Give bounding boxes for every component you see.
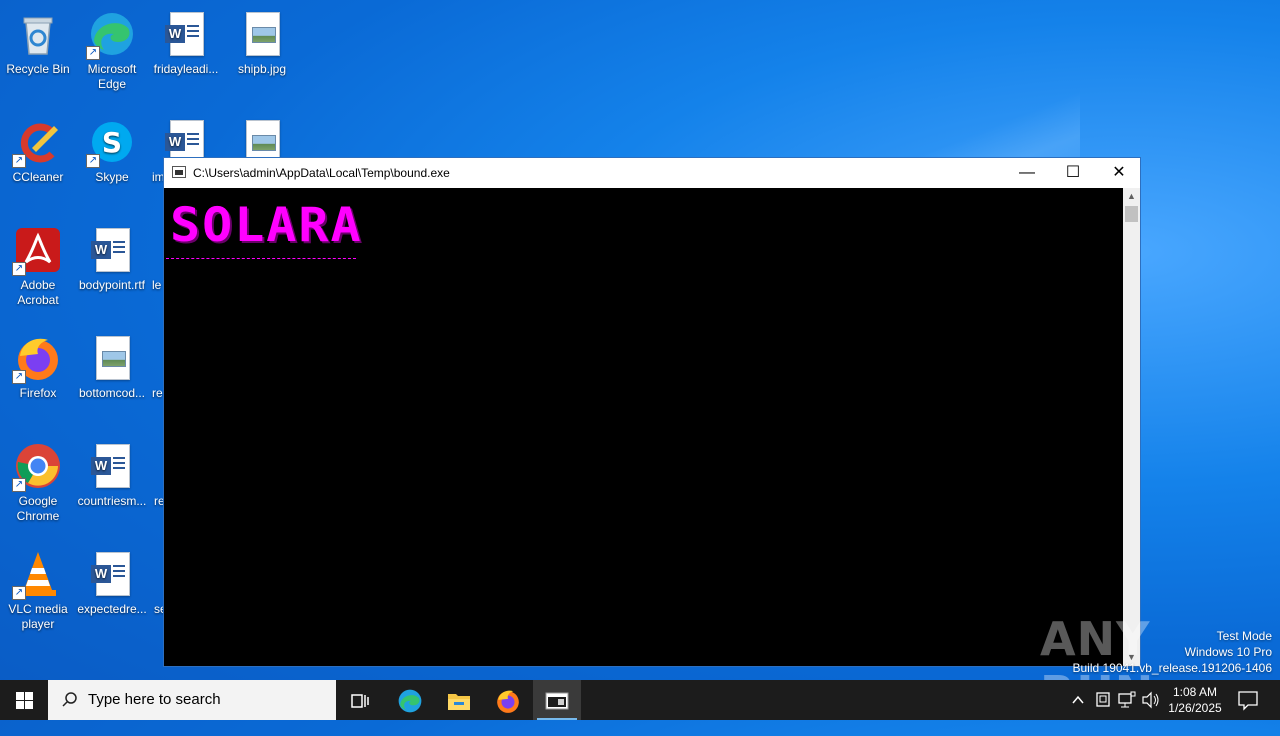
console-window[interactable]: C:\Users\admin\AppData\Local\Temp\bound.… xyxy=(163,157,1141,667)
ccleaner-icon: ↗ xyxy=(12,118,62,168)
desktop-icon-label: VLC media player xyxy=(8,602,68,631)
taskbar: Type here to search 1:08 AM 1/26/2025 xyxy=(0,680,1280,720)
image-file-icon xyxy=(238,10,286,58)
window-title: C:\Users\admin\AppData\Local\Temp\bound.… xyxy=(193,166,450,180)
search-placeholder: Type here to search xyxy=(88,691,221,708)
watermark-line-build: Build 19041.vb_release.191206-1406 xyxy=(1072,661,1273,675)
window-titlebar[interactable]: C:\Users\admin\AppData\Local\Temp\bound.… xyxy=(164,158,1140,188)
start-button[interactable] xyxy=(0,680,48,720)
desktop-icon-label: fridayleadi... xyxy=(153,62,219,76)
desktop-icon-label: expectedre... xyxy=(77,602,147,616)
watermark-line-test-mode: Test Mode xyxy=(1216,629,1272,643)
search-icon xyxy=(62,680,78,736)
desktop-icon-label: CCleaner xyxy=(12,170,64,184)
desktop-icon-ccleaner[interactable]: ↗ CCleaner xyxy=(0,112,76,185)
desktop-icon-vlc[interactable]: ↗ VLC media player xyxy=(0,544,76,632)
task-view-button[interactable] xyxy=(336,680,384,720)
recycle-bin-icon xyxy=(14,10,62,58)
svg-text:S: S xyxy=(102,126,122,159)
taskbar-search-box[interactable]: Type here to search xyxy=(48,680,336,720)
firefox-icon xyxy=(497,690,519,714)
shortcut-arrow-icon: ↗ xyxy=(86,154,100,168)
shortcut-arrow-icon: ↗ xyxy=(12,370,26,384)
image-file-icon xyxy=(88,334,136,382)
shortcut-arrow-icon: ↗ xyxy=(12,586,26,600)
desktop-icon-label: shipb.jpg xyxy=(237,62,287,76)
desktop-icon-bodypoint[interactable]: W bodypoint.rtf xyxy=(74,220,150,293)
desktop-icon-fridayleadi[interactable]: W fridayleadi... xyxy=(148,4,224,77)
clock-date: 1/26/2025 xyxy=(1168,701,1222,715)
google-chrome-icon: ↗ xyxy=(12,442,62,492)
skype-icon: S ↗ xyxy=(86,118,136,168)
desktop-icon-label: countriesm... xyxy=(77,494,147,508)
task-view-icon xyxy=(351,694,369,708)
network-icon xyxy=(1118,691,1136,708)
desktop-icon-label: Skype xyxy=(95,170,129,184)
scroll-up-arrow-icon[interactable]: ▲ xyxy=(1123,188,1140,205)
minimize-button[interactable]: — xyxy=(1004,158,1050,188)
taskbar-edge-button[interactable] xyxy=(386,680,434,720)
desktop-icon-adobe-acrobat[interactable]: ↗ Adobe Acrobat xyxy=(0,220,76,308)
network-button[interactable] xyxy=(1117,680,1137,720)
adobe-acrobat-icon: ↗ xyxy=(12,226,62,276)
desktop-icon-expectedre[interactable]: W expectedre... xyxy=(74,544,150,617)
desktop-icon-recycle-bin[interactable]: Recycle Bin xyxy=(0,4,76,77)
microsoft-edge-icon: ↗ xyxy=(86,10,136,60)
shortcut-arrow-icon: ↗ xyxy=(12,478,26,492)
console-banner: SOLARA xyxy=(170,197,363,253)
shortcut-arrow-icon: ↗ xyxy=(86,46,100,60)
chevron-up-icon xyxy=(1072,695,1084,704)
firefox-icon: ↗ xyxy=(12,334,62,384)
desktop-icon-label: Recycle Bin xyxy=(6,62,70,76)
desktop-icon-microsoft-edge[interactable]: ↗ Microsoft Edge xyxy=(74,4,150,92)
word-document-icon: W xyxy=(88,226,136,274)
taskbar-console-button[interactable] xyxy=(533,680,581,720)
clock-time: 1:08 AM xyxy=(1172,685,1218,699)
console-output[interactable]: SOLARA xyxy=(164,188,1123,666)
tray-device-icon-button[interactable] xyxy=(1094,680,1112,720)
windows-test-mode-watermark: Test Mode Windows 10 Pro Build 19041.vb_… xyxy=(1073,628,1273,676)
word-document-icon: W xyxy=(88,442,136,490)
close-button[interactable]: ✕ xyxy=(1096,158,1142,188)
maximize-button[interactable]: ☐ xyxy=(1050,158,1096,188)
word-document-icon: W xyxy=(88,550,136,598)
desktop-icon-label: Adobe Acrobat xyxy=(17,278,59,307)
taskbar-file-explorer-button[interactable] xyxy=(435,680,483,720)
microsoft-edge-icon xyxy=(398,689,422,713)
device-icon xyxy=(1096,692,1110,707)
action-center-button[interactable] xyxy=(1236,680,1260,720)
desktop-icon-label: Firefox xyxy=(19,386,57,400)
desktop-icon-skype[interactable]: S ↗ Skype xyxy=(74,112,150,185)
desktop-icon-label: bottomcod... xyxy=(78,386,146,400)
desktop-icon-label: bodypoint.rtf xyxy=(78,278,146,292)
vertical-scrollbar[interactable]: ▲ ▼ xyxy=(1123,188,1140,666)
desktop-icon-label: Google Chrome xyxy=(16,494,60,523)
desktop-icon-bottomcod[interactable]: bottomcod... xyxy=(74,328,150,401)
word-document-icon: W xyxy=(162,10,210,58)
taskbar-firefox-button[interactable] xyxy=(484,680,532,720)
console-dashed-line xyxy=(166,258,356,259)
notification-icon xyxy=(1238,691,1258,711)
show-hidden-icons-button[interactable] xyxy=(1070,680,1086,720)
console-window-icon xyxy=(545,692,569,710)
vlc-cone-icon: ↗ xyxy=(12,550,62,600)
desktop-icon-shipb[interactable]: shipb.jpg xyxy=(224,4,300,77)
shortcut-arrow-icon: ↗ xyxy=(12,154,26,168)
speaker-icon xyxy=(1142,691,1159,709)
desktop-icon-google-chrome[interactable]: ↗ Google Chrome xyxy=(0,436,76,524)
taskbar-clock[interactable]: 1:08 AM 1/26/2025 xyxy=(1160,684,1230,716)
desktop-icon-countriesm[interactable]: W countriesm... xyxy=(74,436,150,509)
scrollbar-thumb[interactable] xyxy=(1125,206,1138,222)
desktop-icon-firefox[interactable]: ↗ Firefox xyxy=(0,328,76,401)
volume-button[interactable] xyxy=(1141,680,1161,720)
shortcut-arrow-icon: ↗ xyxy=(12,262,26,276)
console-app-icon[interactable] xyxy=(172,166,186,178)
desktop-icon-label: Microsoft Edge xyxy=(87,62,137,91)
watermark-line-edition: Windows 10 Pro xyxy=(1184,645,1272,659)
folder-icon xyxy=(448,694,470,711)
